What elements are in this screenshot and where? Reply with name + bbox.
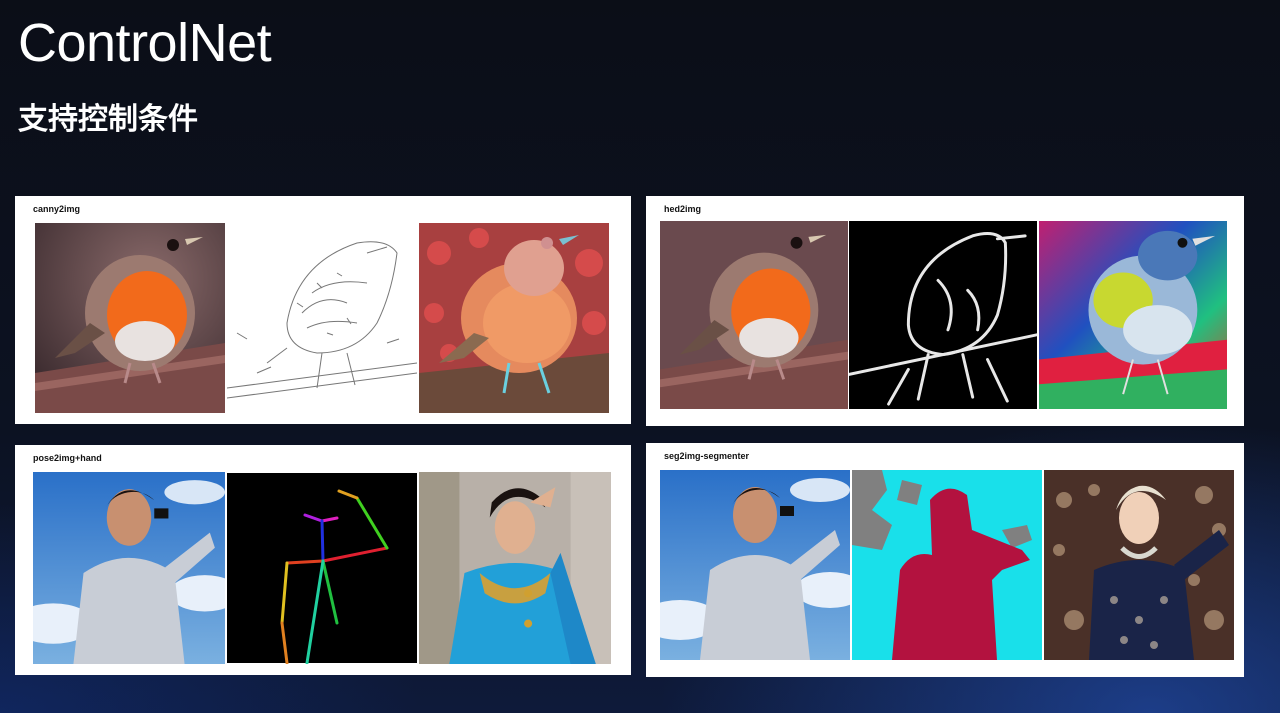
slide-subtitle: 支持控制条件	[18, 102, 198, 137]
hed-edge-map	[849, 221, 1037, 409]
canny-edge-map	[227, 223, 417, 413]
panel-canny2img: canny2img	[15, 196, 631, 424]
generated-woman-glamour	[1044, 470, 1234, 660]
panel-pose2img-hand: pose2img+hand	[15, 445, 631, 675]
input-photo-robin	[35, 223, 225, 413]
panel-label: hed2img	[664, 204, 702, 214]
panel-seg2img-segmenter: seg2img-segmenter	[646, 443, 1244, 677]
segmentation-map	[852, 470, 1042, 660]
generated-robin	[419, 223, 609, 413]
generated-woman	[419, 472, 611, 664]
panel-label: seg2img-segmenter	[664, 451, 750, 461]
input-photo-man	[33, 472, 225, 664]
panel-label: canny2img	[33, 204, 81, 214]
panel-label: pose2img+hand	[33, 453, 102, 463]
panel-hed2img: hed2img	[646, 196, 1244, 426]
slide-title: ControlNet	[18, 13, 272, 73]
pose-skeleton	[227, 472, 417, 664]
generated-bird-colorful	[1039, 221, 1227, 409]
input-photo-robin	[660, 221, 848, 409]
input-photo-man	[660, 470, 850, 660]
